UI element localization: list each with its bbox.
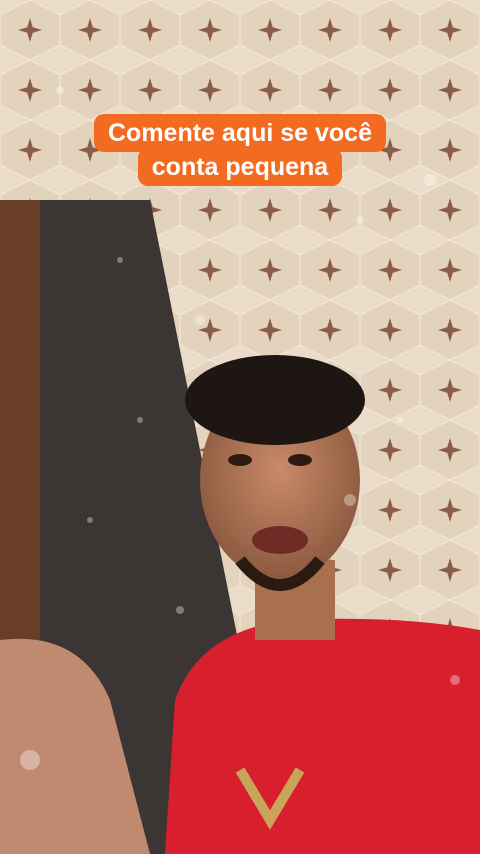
door-frame — [0, 200, 40, 660]
video-frame: Comente aqui se você conta pequena — [0, 0, 480, 854]
left-eye — [228, 454, 252, 466]
caption-line-2: conta pequena — [137, 148, 343, 186]
mouth — [252, 526, 308, 554]
right-eye — [288, 454, 312, 466]
hair — [185, 355, 365, 445]
red-shirt — [165, 618, 480, 854]
caption-overlay: Comente aqui se você conta pequena — [0, 114, 480, 186]
caption-line-1: Comente aqui se você — [94, 114, 386, 152]
